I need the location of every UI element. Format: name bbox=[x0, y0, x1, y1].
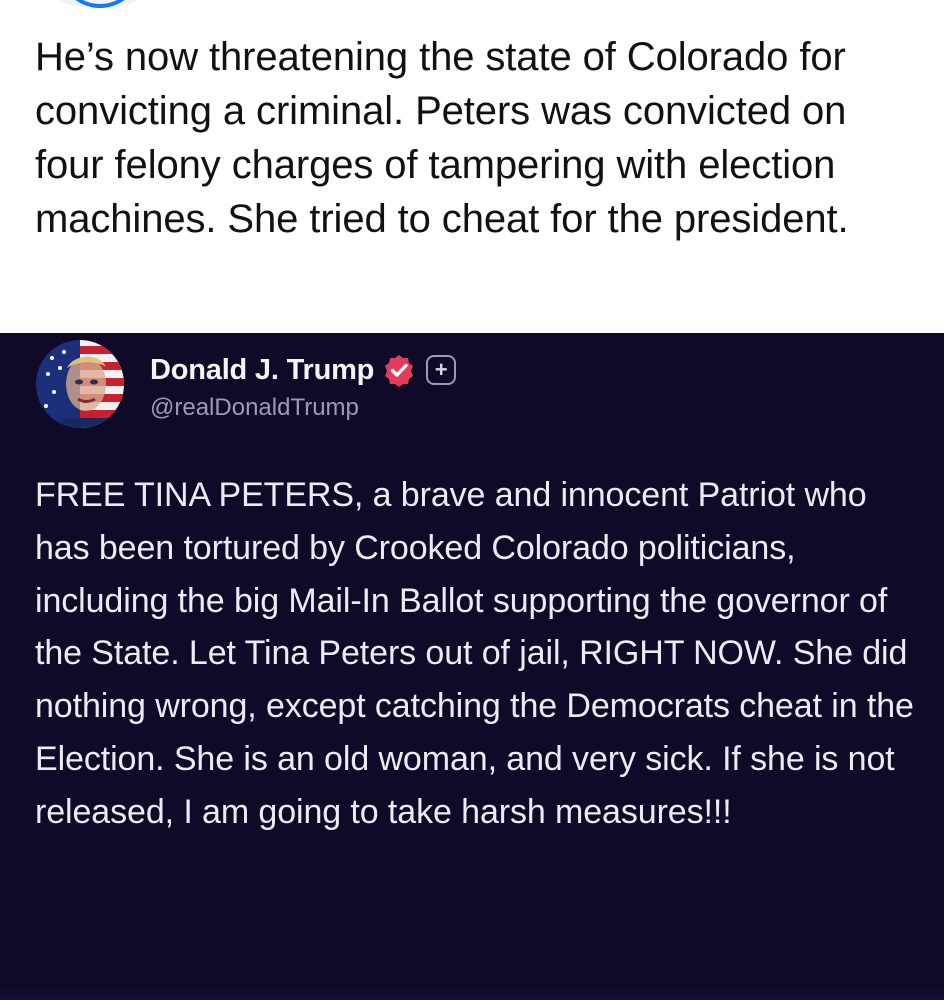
screenshot-page: He’s now threatening the state of Colora… bbox=[0, 0, 944, 1000]
status-text: FREE TINA PETERS, a brave and innocent P… bbox=[35, 476, 914, 831]
post-text: He’s now threatening the state of Colora… bbox=[35, 35, 849, 241]
user-handle[interactable]: @realDonaldTrump bbox=[150, 394, 359, 422]
plus-badge: + bbox=[426, 355, 457, 385]
display-name[interactable]: Donald J. Trump bbox=[150, 354, 374, 387]
card-bottom-edge bbox=[0, 985, 944, 1000]
facebook-post: He’s now threatening the state of Colora… bbox=[0, 0, 944, 333]
display-name-row: Donald J. Trump + bbox=[150, 350, 457, 390]
flag-portrait-icon bbox=[36, 340, 124, 428]
verified-check-icon bbox=[385, 355, 414, 387]
profile-avatar[interactable] bbox=[36, 340, 124, 428]
